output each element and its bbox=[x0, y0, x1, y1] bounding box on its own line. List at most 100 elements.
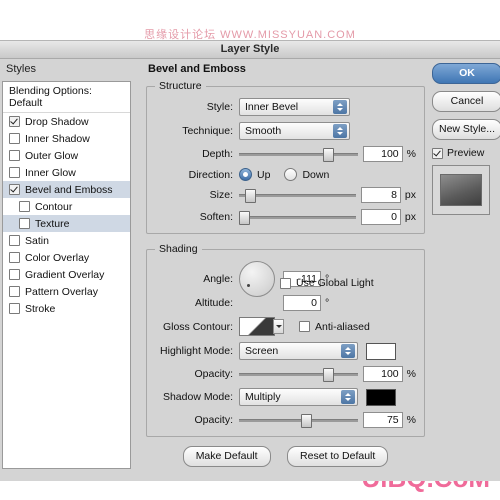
size-unit: px bbox=[404, 189, 416, 201]
highlight-opacity-slider[interactable] bbox=[239, 367, 358, 382]
preview-row[interactable]: Preview bbox=[432, 147, 500, 159]
size-input[interactable]: 8 bbox=[360, 187, 401, 203]
structure-legend: Structure bbox=[159, 80, 202, 92]
checkbox-icon[interactable] bbox=[9, 167, 20, 178]
slider-thumb[interactable] bbox=[323, 148, 334, 162]
style-item-pattern-overlay[interactable]: Pattern Overlay bbox=[3, 283, 130, 300]
style-item-gradient-overlay[interactable]: Gradient Overlay bbox=[3, 266, 130, 283]
blending-options-row[interactable]: Blending Options: Default bbox=[3, 82, 130, 113]
technique-select-value: Smooth bbox=[245, 125, 282, 137]
checkbox-icon[interactable] bbox=[19, 218, 30, 229]
shadow-mode-row: Shadow Mode: Multiply bbox=[155, 388, 416, 406]
checkbox-icon[interactable] bbox=[9, 252, 20, 263]
depth-row: Depth: 100 % bbox=[155, 146, 416, 162]
shadow-opacity-input[interactable]: 75 bbox=[362, 412, 403, 428]
page-title: Bevel and Emboss bbox=[148, 63, 246, 75]
altitude-input[interactable]: 0 bbox=[283, 295, 321, 311]
shadow-color-swatch[interactable] bbox=[366, 388, 396, 406]
depth-slider[interactable] bbox=[239, 147, 358, 162]
cancel-button[interactable]: Cancel bbox=[432, 91, 500, 112]
checkbox-icon[interactable] bbox=[432, 147, 443, 159]
checkbox-icon[interactable] bbox=[9, 269, 20, 280]
gloss-contour-preview[interactable] bbox=[239, 317, 284, 336]
depth-input[interactable]: 100 bbox=[362, 146, 403, 162]
soften-row: Soften: 0 px bbox=[155, 209, 416, 225]
angle-dial[interactable] bbox=[239, 261, 275, 297]
checkbox-icon[interactable] bbox=[9, 303, 20, 314]
shadow-opacity-slider[interactable] bbox=[239, 413, 358, 428]
style-item-bevel-and-emboss[interactable]: Bevel and Emboss bbox=[3, 181, 130, 198]
highlight-opacity-input[interactable]: 100 bbox=[362, 366, 403, 382]
highlight-mode-row: Highlight Mode: Screen bbox=[155, 342, 416, 360]
highlight-color-swatch[interactable] bbox=[366, 342, 396, 360]
highlight-mode-label: Highlight Mode: bbox=[160, 345, 233, 357]
new-style-button[interactable]: New Style... bbox=[432, 119, 500, 140]
soften-input[interactable]: 0 bbox=[360, 209, 401, 225]
style-item-label: Outer Glow bbox=[25, 149, 79, 162]
checkbox-icon[interactable] bbox=[9, 235, 20, 246]
style-item-label: Bevel and Emboss bbox=[25, 183, 113, 196]
soften-slider[interactable] bbox=[239, 210, 356, 225]
dialog-body: Styles Blending Options: Default Drop Sh… bbox=[0, 59, 500, 481]
style-item-label: Pattern Overlay bbox=[25, 285, 98, 298]
slider-track bbox=[239, 419, 358, 422]
styles-list[interactable]: Blending Options: Default Drop Shadow In… bbox=[2, 81, 131, 469]
style-label: Style: bbox=[206, 101, 233, 113]
altitude-row: Altitude: 0 ° bbox=[155, 295, 416, 311]
dialog-actions: OK Cancel New Style... Preview bbox=[432, 63, 500, 215]
checkbox-icon[interactable] bbox=[9, 150, 20, 161]
checkbox-icon[interactable] bbox=[9, 116, 20, 127]
style-item-stroke[interactable]: Stroke bbox=[3, 300, 130, 317]
technique-row: Technique: Smooth bbox=[155, 122, 416, 140]
direction-up-label: Up bbox=[257, 168, 271, 181]
chevron-updown-icon[interactable] bbox=[333, 124, 347, 138]
style-row: Style: Inner Bevel bbox=[155, 98, 416, 116]
angle-label: Angle: bbox=[203, 273, 233, 285]
make-default-button[interactable]: Make Default bbox=[182, 446, 271, 467]
slider-track bbox=[239, 216, 356, 219]
ok-button[interactable]: OK bbox=[432, 63, 500, 84]
style-select[interactable]: Inner Bevel bbox=[239, 98, 350, 116]
slider-thumb[interactable] bbox=[245, 189, 256, 203]
checkbox-icon[interactable] bbox=[9, 184, 20, 195]
slider-thumb[interactable] bbox=[239, 211, 250, 225]
soften-unit: px bbox=[404, 211, 416, 223]
technique-select[interactable]: Smooth bbox=[239, 122, 350, 140]
checkbox-icon[interactable] bbox=[9, 133, 20, 144]
bevel-emboss-panel: Bevel and Emboss Structure Style: Inner … bbox=[140, 61, 425, 471]
size-slider[interactable] bbox=[239, 188, 356, 203]
highlight-mode-select[interactable]: Screen bbox=[239, 342, 358, 360]
style-item-contour[interactable]: Contour bbox=[3, 198, 130, 215]
direction-down-radio[interactable] bbox=[284, 168, 298, 181]
style-item-texture[interactable]: Texture bbox=[3, 215, 130, 232]
highlight-mode-value: Screen bbox=[245, 345, 279, 357]
style-item-label: Texture bbox=[35, 217, 70, 230]
checkbox-icon[interactable] bbox=[9, 286, 20, 297]
style-item-outer-glow[interactable]: Outer Glow bbox=[3, 147, 130, 164]
chevron-updown-icon[interactable] bbox=[341, 344, 355, 358]
checkbox-icon[interactable] bbox=[299, 321, 310, 332]
style-item-satin[interactable]: Satin bbox=[3, 232, 130, 249]
styles-header: Styles bbox=[6, 63, 36, 75]
chevron-down-icon[interactable] bbox=[273, 319, 284, 334]
checkbox-icon[interactable] bbox=[280, 277, 291, 289]
direction-down-label: Down bbox=[302, 168, 330, 181]
chevron-updown-icon[interactable] bbox=[341, 390, 355, 404]
checkbox-icon[interactable] bbox=[19, 201, 30, 212]
reset-to-default-button[interactable]: Reset to Default bbox=[287, 446, 389, 467]
direction-up-radio[interactable] bbox=[239, 168, 252, 181]
style-item-label: Stroke bbox=[25, 302, 56, 315]
shadow-mode-select[interactable]: Multiply bbox=[239, 388, 358, 406]
gloss-contour-label: Gloss Contour: bbox=[162, 320, 233, 333]
angle-dial-handle[interactable] bbox=[247, 284, 250, 287]
style-item-drop-shadow[interactable]: Drop Shadow bbox=[3, 113, 130, 130]
style-item-color-overlay[interactable]: Color Overlay bbox=[3, 249, 130, 266]
shadow-opacity-unit: % bbox=[406, 414, 416, 426]
panel-footer-buttons: Make Default Reset to Default bbox=[146, 446, 425, 467]
slider-thumb[interactable] bbox=[301, 414, 312, 428]
chevron-updown-icon[interactable] bbox=[333, 100, 347, 114]
style-item-inner-shadow[interactable]: Inner Shadow bbox=[3, 130, 130, 147]
slider-thumb[interactable] bbox=[323, 368, 334, 382]
style-item-inner-glow[interactable]: Inner Glow bbox=[3, 164, 130, 181]
style-item-label: Inner Glow bbox=[25, 166, 76, 179]
